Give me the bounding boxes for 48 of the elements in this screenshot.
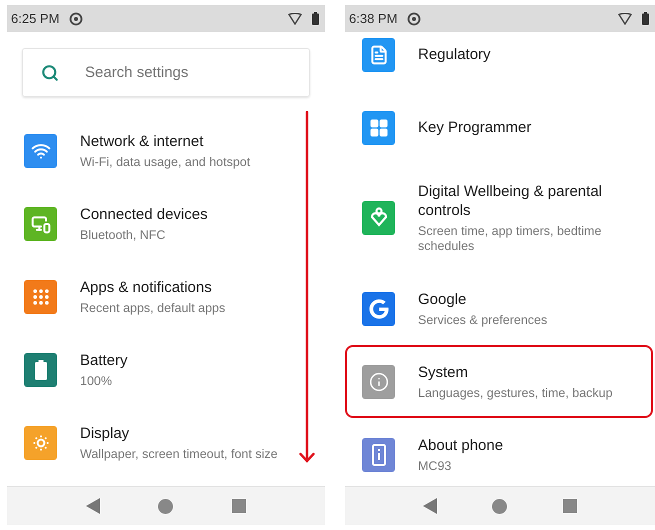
recents-button[interactable] xyxy=(563,499,578,513)
settings-item-subtitle: 100% xyxy=(80,374,113,388)
settings-item-title[interactable]: About phone xyxy=(418,436,504,454)
devices-icon xyxy=(30,214,50,234)
brightness-icon xyxy=(30,432,50,452)
wifi-signal-icon xyxy=(618,12,632,24)
home-button[interactable] xyxy=(492,498,508,514)
settings-item-title[interactable]: Display xyxy=(80,424,278,442)
apps-grid-icon xyxy=(30,286,50,306)
status-time: 6:25 PM xyxy=(11,11,60,26)
settings-item-title[interactable]: Connected devices xyxy=(80,204,208,224)
wifi-signal-icon xyxy=(288,12,302,24)
settings-item-title[interactable]: Battery xyxy=(80,350,128,370)
settings-item-title[interactable]: Regulatory xyxy=(418,45,491,64)
search-field[interactable]: Search settings xyxy=(22,48,310,97)
settings-item-title[interactable]: Apps & notifications xyxy=(80,278,226,296)
settings-item-title[interactable]: Digital Wellbeing & parental controls xyxy=(418,182,636,220)
phone-info-icon xyxy=(372,444,386,466)
home-button[interactable] xyxy=(158,498,174,514)
battery-icon xyxy=(34,360,46,380)
back-button[interactable] xyxy=(422,498,437,514)
battery-status-icon xyxy=(312,12,319,25)
document-icon xyxy=(368,44,388,64)
grid-icon xyxy=(368,118,388,138)
search-input[interactable]: Search settings xyxy=(83,63,291,82)
wellbeing-icon xyxy=(370,207,388,229)
recents-button[interactable] xyxy=(232,499,246,513)
data-saver-icon xyxy=(407,12,422,26)
settings-item-title[interactable]: System xyxy=(418,362,613,382)
settings-item-title[interactable]: Key Programmer xyxy=(418,118,532,137)
settings-item-subtitle: Services & preferences xyxy=(418,312,548,328)
back-button[interactable] xyxy=(86,498,100,514)
data-saver-icon xyxy=(69,12,84,26)
settings-item-subtitle: Languages, gestures, time, backup xyxy=(418,386,613,400)
settings-item-subtitle: Wi-Fi, data usage, and hotspot xyxy=(80,154,250,170)
settings-item-title[interactable]: Network & internet xyxy=(80,132,250,150)
settings-item-title[interactable]: Google xyxy=(418,290,548,308)
google-logo-icon xyxy=(368,298,388,318)
info-icon xyxy=(368,372,388,392)
settings-item-subtitle: Recent apps, default apps xyxy=(80,300,226,316)
search-icon xyxy=(41,64,59,82)
settings-item-subtitle: Screen time, app timers, bedtime schedules xyxy=(418,224,602,254)
highlighted-settings-item[interactable]: System Languages, gestures, time, backup xyxy=(345,345,653,418)
status-time: 6:38 PM xyxy=(349,11,398,26)
settings-item-subtitle: Wallpaper, screen timeout, font size xyxy=(80,446,278,462)
battery-status-icon xyxy=(642,12,649,25)
settings-item-subtitle: MC93 xyxy=(418,458,452,474)
settings-item-subtitle: Bluetooth, NFC xyxy=(80,228,166,242)
